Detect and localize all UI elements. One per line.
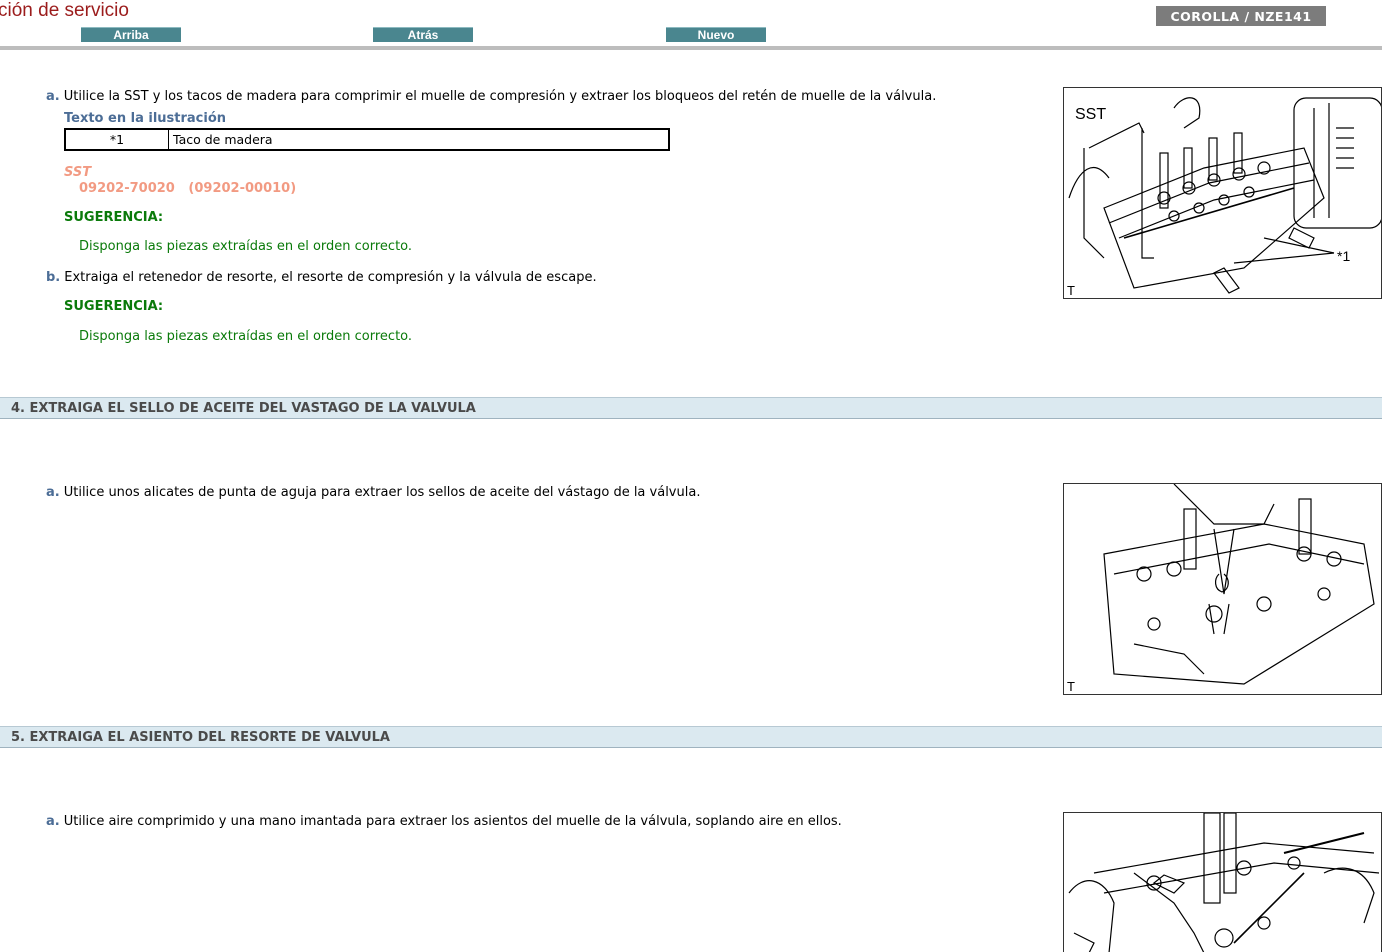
step-text: Utilice unos alicates de punta de aguja … [63,485,701,500]
header-divider [0,46,1382,50]
callout-label: Taco de madera [168,128,670,151]
engine-illustration [1103,484,1375,685]
hint-label: SUGERENCIA: [64,299,164,314]
new-button[interactable]: Nuevo [666,27,766,42]
back-button[interactable]: Atrás [373,27,473,42]
engine-illustration [1068,97,1381,294]
sst-part-number[interactable]: 09202-70020 (09202-00010) [79,181,296,196]
step-text: Utilice la SST y los tacos de madera par… [63,89,937,104]
step-4a: a. Utilice unos alicates de punta de aguj… [46,485,700,500]
hint-label: SUGERENCIA: [64,210,164,225]
model-badge: COROLLA / NZE141 [1156,6,1326,26]
section-heading-4: 4. EXTRAIGA EL SELLO DE ACEITE DEL VASTA… [0,397,1382,419]
figure-pliers-oil-seal: T [1063,483,1382,695]
hint-text: Disponga las piezas extraídas en el orde… [79,239,413,254]
step-letter: a. [46,814,60,829]
hint-text: Disponga las piezas extraídas en el orde… [79,329,413,344]
figure-magnetic-hand [1063,812,1382,952]
sst-label: SST [64,165,92,180]
engine-illustration [1068,813,1380,952]
step-letter: a. [46,485,60,500]
figure-sst-compress-spring: SST *1 T [1063,87,1382,299]
step-letter: a. [46,89,60,104]
step-text: Extraiga el retenedor de resorte, el res… [64,270,597,285]
figure-corner-mark: T [1067,679,1075,694]
step-letter: b. [46,270,61,285]
illustration-text-title: Texto en la ilustración [64,111,227,126]
step-3a: a. Utilice la SST y los tacos de madera p… [46,89,936,104]
step-3b: b. Extraiga el retenedor de resorte, el r… [46,270,597,285]
figure-label-sst: SST [1075,106,1107,123]
up-button[interactable]: Arriba [81,27,181,42]
table-row: *1 Taco de madera [64,128,670,151]
figure-corner-mark: T [1067,283,1075,298]
callout-table: *1 Taco de madera [64,128,670,151]
callout-id: *1 [64,128,169,151]
figure-callout: *1 [1337,248,1351,264]
page-title: ción de servicio [0,0,129,21]
step-text: Utilice aire comprimido y una mano imant… [63,814,842,829]
section-heading-5: 5. EXTRAIGA EL ASIENTO DEL RESORTE DE VA… [0,726,1382,748]
step-5a: a. Utilice aire comprimido y una mano ima… [46,814,842,829]
